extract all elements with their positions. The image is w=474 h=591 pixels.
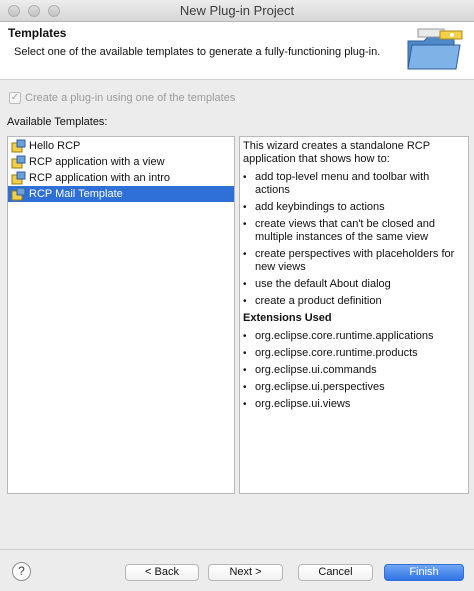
description-bullet: • add keybindings to actions [243,201,385,213]
description-bullet: • create a product definition [243,295,382,307]
template-item-label: RCP application with an intro [29,172,171,184]
template-list[interactable]: Hello RCP RCP application with a view RC… [7,136,235,494]
use-template-checkbox-label: Create a plug-in using one of the templa… [25,92,236,104]
extension-item: • org.eclipse.core.runtime.products [243,347,418,359]
wizard-header: Templates Select one of the available te… [0,22,474,80]
back-button[interactable]: < Back [125,564,199,581]
wizard-folder-icon [407,28,463,70]
window-title: New Plug-in Project [179,3,295,18]
description-bullet: • use the default About dialog [243,278,391,290]
template-item-label: RCP Mail Template [29,188,123,200]
cancel-button[interactable]: Cancel [298,564,373,581]
template-item-rcp-intro[interactable]: RCP application with an intro [8,170,234,186]
template-item-hello-rcp[interactable]: Hello RCP [8,138,234,154]
new-plugin-project-window: New Plug-in Project Templates Select one… [0,0,474,591]
page-title: Templates [8,26,67,40]
template-item-rcp-mail[interactable]: RCP Mail Template [8,186,234,202]
finish-button[interactable]: Finish [384,564,464,581]
plugin-template-icon [11,139,26,153]
help-button[interactable]: ? [12,562,31,581]
description-bullet: • create perspectives with placeholders f… [243,248,455,273]
template-item-rcp-view[interactable]: RCP application with a view [8,154,234,170]
template-item-label: Hello RCP [29,140,81,152]
extension-item: • org.eclipse.ui.perspectives [243,381,385,393]
extension-item: • org.eclipse.ui.commands [243,364,377,376]
extensions-heading: Extensions Used [243,312,332,324]
description-bullet: • add top-level menu and toolbar with act… [243,171,430,196]
use-template-checkbox: ✓ [9,92,21,104]
title-bar[interactable]: New Plug-in Project [0,0,474,22]
template-description-pane[interactable]: This wizard creates a standalone RCP app… [239,136,469,494]
description-intro: This wizard creates a standalone RCP app… [243,140,430,165]
plugin-template-icon [11,155,26,169]
extension-item: • org.eclipse.core.runtime.applications [243,330,434,342]
available-templates-label: Available Templates: [7,116,108,128]
use-template-checkbox-row: ✓ Create a plug-in using one of the temp… [9,92,235,104]
extension-item: • org.eclipse.ui.views [243,398,351,410]
template-item-label: RCP application with a view [29,156,165,168]
page-description: Select one of the available templates to… [14,46,381,58]
plugin-template-icon [11,187,26,201]
next-button[interactable]: Next > [208,564,283,581]
footer-divider [0,549,474,550]
description-bullet: • create views that can't be closed and m… [243,218,436,243]
plugin-template-icon [11,171,26,185]
